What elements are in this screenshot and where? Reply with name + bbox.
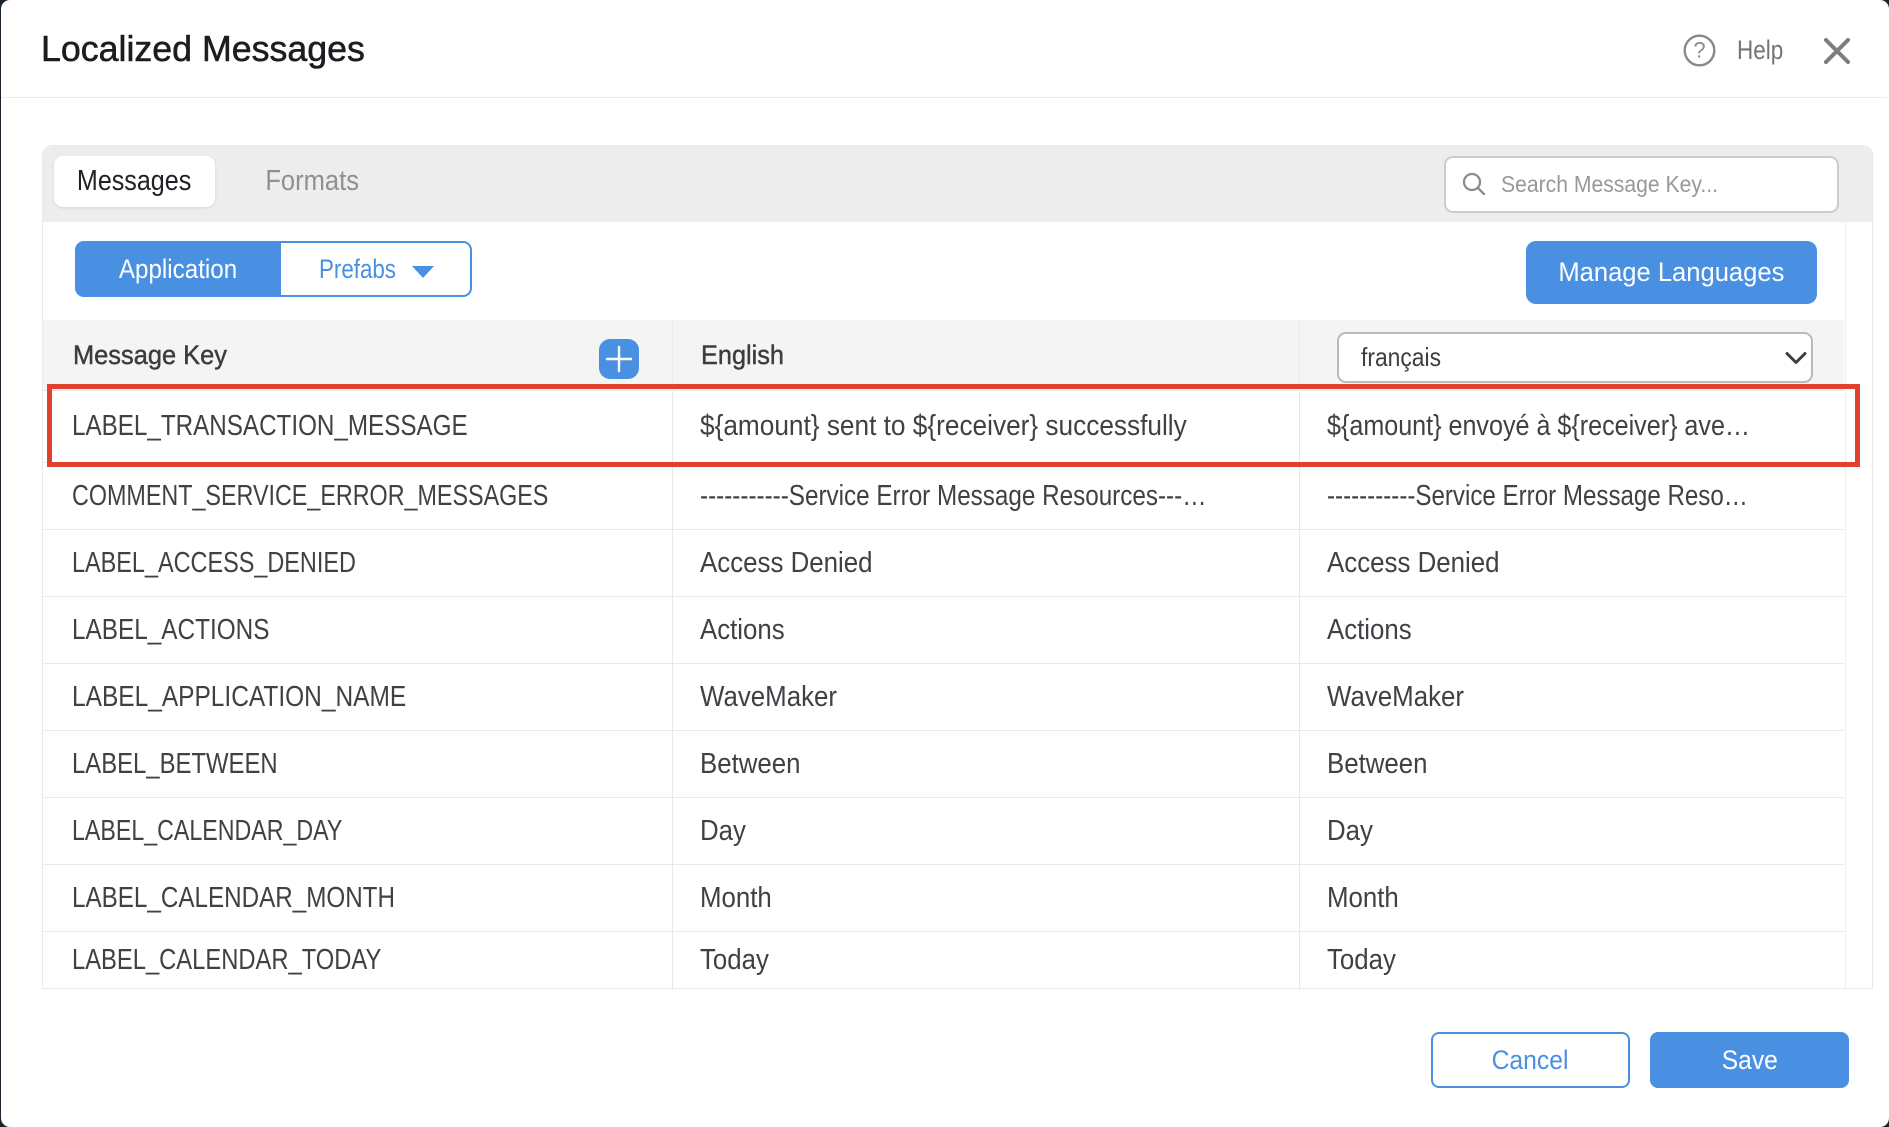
svg-text:?: ?	[1693, 38, 1705, 63]
